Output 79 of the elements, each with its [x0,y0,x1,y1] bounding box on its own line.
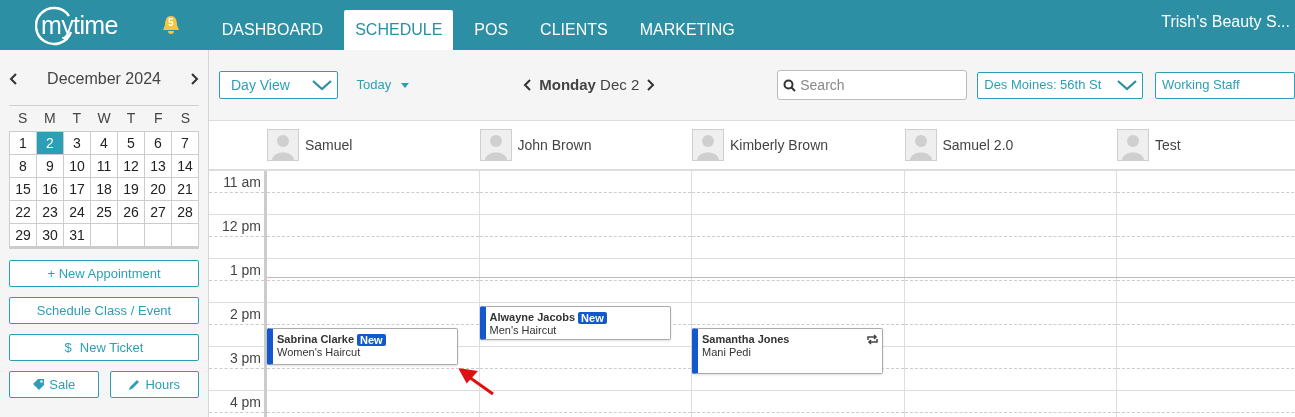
caret-icon [401,82,410,88]
chevron-down-icon [1116,79,1138,91]
calendar-day[interactable]: 19 [118,178,145,201]
service-name: Women's Haircut [277,346,362,358]
avatar-icon [692,129,724,161]
weekday-label: S [16,109,29,128]
service-name: Men's Haircut [489,324,558,336]
nav-tab[interactable]: CLIENTS [529,10,619,50]
calendar-day[interactable]: 9 [37,155,64,178]
calendar-day[interactable]: 16 [37,178,64,201]
tag-icon [32,378,46,391]
service-name: Mani Pedi [702,346,752,358]
arrow-icon [459,368,495,396]
calendar-day[interactable]: 3 [64,132,91,155]
staff-name: Test [1155,135,1181,155]
new-badge: New [578,311,607,324]
calendar-day[interactable]: 28 [172,201,199,224]
calendar-day[interactable]: 11 [91,155,118,178]
calendar-day[interactable]: 4 [91,132,118,155]
calendar-day[interactable]: 20 [145,178,172,201]
calendar-day[interactable]: 24 [64,201,91,224]
calendar-day[interactable]: 29 [10,224,37,247]
new-badge: New [357,333,386,346]
weekday-label: F [153,109,164,128]
weekday-label: S [179,109,192,128]
client-name: Samantha Jones [702,333,790,346]
pencil-icon [128,378,142,391]
calendar-day[interactable]: 17 [64,178,91,201]
calendar-day[interactable]: 31 [64,224,91,247]
calendar-day[interactable]: 15 [10,178,37,201]
calendar-day[interactable]: 21 [172,178,199,201]
calendar-day[interactable]: 22 [10,201,37,224]
calendar-day[interactable]: 5 [118,132,145,155]
calendar-day[interactable]: 30 [37,224,64,247]
calendar-day[interactable]: 6 [145,132,172,155]
calendar-day[interactable]: 23 [37,201,64,224]
calendar-day[interactable]: 12 [118,155,145,178]
next-day-icon[interactable] [647,79,656,91]
staff-name: Samuel [305,135,353,155]
avatar-icon [904,129,937,161]
calendar-day[interactable]: 18 [91,178,118,201]
dollar-icon: $ [64,337,72,358]
weekday-label: W [96,109,112,128]
business-name[interactable]: Trish's Beauty S... [1161,10,1290,34]
calendar-day[interactable]: 25 [91,201,118,224]
logo: mytime [35,6,118,44]
calendar-day[interactable]: 7 [172,132,199,155]
avatar-icon [479,129,512,161]
calendar-day[interactable]: 26 [118,201,145,224]
staff-name: Kimberly Brown [730,135,829,155]
appointment-card[interactable]: Alwayne Jacobs New Men's Haircut [479,306,671,340]
weekday-label: M [42,109,57,128]
weekday-label: T [125,109,137,128]
nav-tab[interactable]: POS [463,10,520,50]
calendar-day[interactable]: 27 [145,201,172,224]
previous-day-icon[interactable] [523,79,532,91]
date-title: Monday Dec 2 [539,74,640,95]
calendar-day[interactable]: 14 [172,155,199,178]
nav-tab[interactable]: MARKETING [628,10,746,50]
client-name: Alwayne Jacobs [489,311,576,324]
avatar-icon [1117,129,1149,161]
appointment-card[interactable]: Sabrina Clarke New Women's Haircut [267,328,458,365]
calendar-day[interactable]: 10 [64,155,91,178]
month-title: December 2024 [47,68,161,89]
weekday-label: T [71,109,83,128]
next-month-icon[interactable] [191,72,199,85]
nav-tab[interactable]: SCHEDULE [344,10,454,50]
client-name: Sabrina Clarke [277,333,355,346]
search-icon [783,79,797,92]
previous-month-icon[interactable] [9,72,17,85]
chevron-down-icon [310,79,333,91]
staff-name: Samuel 2.0 [942,135,1014,155]
nav-tab[interactable]: DASHBOARD [210,10,335,50]
staff-name: John Brown [517,135,592,155]
calendar-day[interactable]: 13 [145,155,172,178]
appointment-card[interactable]: Samantha Jones Mani Pedi [692,328,883,374]
calendar-day[interactable]: 8 [10,155,37,178]
avatar-icon [267,129,299,161]
search-field[interactable]: Search [777,70,968,100]
